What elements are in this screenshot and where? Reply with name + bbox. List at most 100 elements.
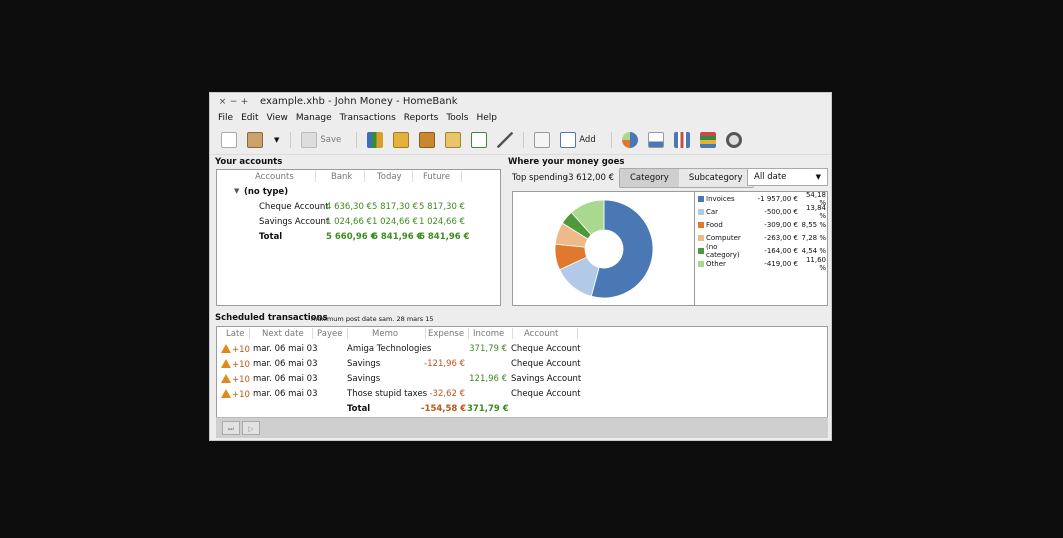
add-button[interactable]: Add xyxy=(579,135,595,145)
categories-icon[interactable] xyxy=(419,132,436,148)
legend-swatch xyxy=(698,261,704,267)
menu-help[interactable]: Help xyxy=(477,113,498,123)
header-expense[interactable]: Expense xyxy=(428,329,464,339)
header-divider xyxy=(468,328,469,339)
account[interactable]: Cheque Account xyxy=(511,359,581,369)
next-date[interactable]: mar. 06 mai 03 xyxy=(253,389,318,399)
next-date[interactable]: mar. 06 mai 03 xyxy=(253,344,318,354)
top-spending-value: -3 612,00 € xyxy=(565,173,615,183)
header-future[interactable]: Future xyxy=(423,172,450,182)
open-recent-chevron-down-icon[interactable]: ▼ xyxy=(274,136,279,144)
memo[interactable]: Those stupid taxes xyxy=(347,389,427,399)
late-badge: +10 xyxy=(221,344,250,355)
legend-row[interactable]: Food -309,00 €8,55 % xyxy=(698,219,826,231)
save-icon[interactable] xyxy=(301,132,318,148)
homebank-window: × − + example.xhb - John Money - HomeBan… xyxy=(209,92,832,441)
account-name[interactable]: Cheque Account xyxy=(259,202,329,212)
legend-label: (no category) xyxy=(706,243,740,259)
close-icon[interactable]: × xyxy=(217,97,228,107)
header-income[interactable]: Income xyxy=(473,329,504,339)
toolbar-separator xyxy=(610,132,612,148)
legend-label: Car xyxy=(706,208,719,216)
next-date[interactable]: mar. 06 mai 03 xyxy=(253,359,318,369)
account[interactable]: Cheque Account xyxy=(511,389,581,399)
tab-subcategory[interactable]: Subcategory xyxy=(678,169,753,187)
budget-icon[interactable] xyxy=(471,132,488,148)
expander-icon[interactable]: ▼ xyxy=(234,187,239,195)
show-transactions-book-icon[interactable] xyxy=(534,132,551,148)
late-days: +10 xyxy=(232,360,250,370)
header-today[interactable]: Today xyxy=(377,172,402,182)
spending-legend: Invoices -1 957,00 €54,18 % Car -500,00 €13… xyxy=(695,191,827,305)
menu-tools[interactable]: Tools xyxy=(446,113,468,123)
header-late[interactable]: Late xyxy=(226,329,245,339)
memo[interactable]: Amiga Technologies xyxy=(347,344,431,354)
legend-row[interactable]: Car -500,00 € 13,84 % xyxy=(698,204,826,220)
maximize-icon[interactable]: + xyxy=(239,97,250,107)
payees-icon[interactable] xyxy=(393,132,410,148)
balance-report-icon[interactable] xyxy=(673,132,690,148)
header-divider xyxy=(364,171,365,182)
new-file-icon[interactable] xyxy=(221,132,237,148)
memo[interactable]: Savings xyxy=(347,374,380,384)
income: 371,79 € xyxy=(469,344,507,354)
date-range-select[interactable]: All date ▼ xyxy=(747,168,828,186)
scheduled-total-expense: -154,58 € xyxy=(421,404,467,414)
minimize-icon[interactable]: − xyxy=(228,97,239,107)
warning-icon xyxy=(221,374,231,383)
scheduled-total-label: Total xyxy=(347,404,371,414)
legend-swatch xyxy=(698,196,704,202)
toolbar-separator xyxy=(523,132,525,148)
menu-transactions[interactable]: Transactions xyxy=(340,113,396,123)
statistics-pie-icon[interactable] xyxy=(621,132,638,148)
late-days: +10 xyxy=(232,345,250,355)
open-file-icon[interactable] xyxy=(247,132,263,148)
legend-amount: -419,00 € xyxy=(764,260,798,268)
trend-time-icon[interactable] xyxy=(699,132,716,148)
expense: -32,62 € xyxy=(429,389,465,399)
scheduled-subtitle: maximum post date sam. 28 mars 15 xyxy=(311,315,434,323)
header-payee[interactable]: Payee xyxy=(317,329,342,339)
legend-swatch xyxy=(698,222,704,228)
assignments-wand-icon[interactable] xyxy=(497,132,514,148)
accounts-icon[interactable] xyxy=(367,132,384,148)
save-button[interactable]: Save xyxy=(320,135,341,145)
skip-button[interactable]: ⏭ xyxy=(222,421,240,435)
late-badge: +10 xyxy=(221,359,250,370)
header-memo[interactable]: Memo xyxy=(372,329,398,339)
title-bar: × − + example.xhb - John Money - HomeBan… xyxy=(210,93,831,110)
toolbar-separator xyxy=(356,132,358,148)
header-next-date[interactable]: Next date xyxy=(262,329,304,339)
spending-tabs: Category Subcategory xyxy=(619,168,754,188)
menu-edit[interactable]: Edit xyxy=(241,113,258,123)
add-transaction-icon[interactable] xyxy=(560,132,577,148)
menu-view[interactable]: View xyxy=(267,113,288,123)
archives-icon[interactable] xyxy=(445,132,462,148)
header-divider xyxy=(347,328,348,339)
legend-swatch xyxy=(698,209,704,215)
account-name[interactable]: Savings Account xyxy=(259,217,329,227)
budget-report-icon[interactable] xyxy=(647,132,664,148)
spending-pie-chart[interactable] xyxy=(513,192,693,305)
toolbar: ▼ Save Add xyxy=(210,126,831,155)
post-button[interactable]: ▷ xyxy=(242,421,260,435)
scheduled-total-income: 371,79 € xyxy=(467,404,509,414)
header-bank[interactable]: Bank xyxy=(331,172,352,182)
menu-manage[interactable]: Manage xyxy=(296,113,332,123)
legend-label: Food xyxy=(706,221,723,229)
account-today: 5 817,30 € xyxy=(372,202,418,212)
account[interactable]: Cheque Account xyxy=(511,344,581,354)
legend-row[interactable]: Other -419,00 € 11,60 % xyxy=(698,256,826,272)
window-title: example.xhb - John Money - HomeBank xyxy=(260,96,458,107)
tab-category[interactable]: Category xyxy=(620,169,679,187)
header-accounts[interactable]: Accounts xyxy=(255,172,294,182)
menu-reports[interactable]: Reports xyxy=(404,113,439,123)
menu-file[interactable]: File xyxy=(218,113,233,123)
account[interactable]: Savings Account xyxy=(511,374,581,384)
total-today: 6 841,96 € xyxy=(372,232,423,242)
header-account[interactable]: Account xyxy=(524,329,558,339)
memo[interactable]: Savings xyxy=(347,359,380,369)
account-future: 1 024,66 € xyxy=(419,217,465,227)
next-date[interactable]: mar. 06 mai 03 xyxy=(253,374,318,384)
vehicle-cost-wheel-icon[interactable] xyxy=(725,132,742,148)
